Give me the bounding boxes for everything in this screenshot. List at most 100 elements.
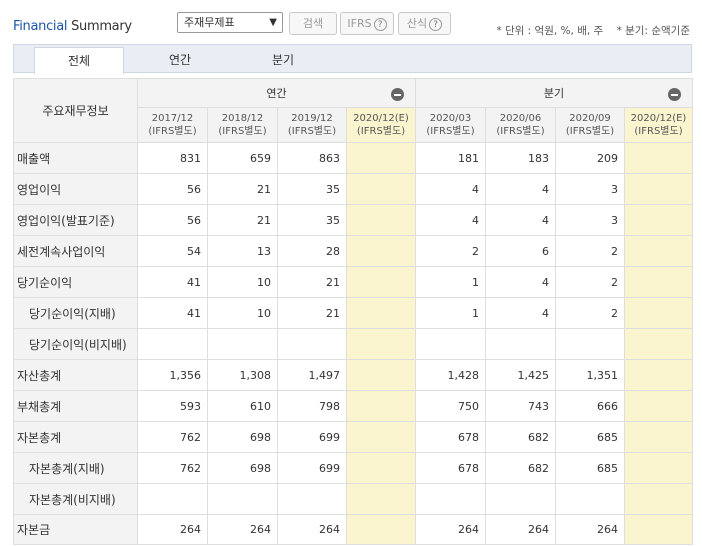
value-cell: 181 [415,142,486,174]
value-cell [555,483,625,515]
statement-select[interactable]: 주재무제표 ▼ [177,12,283,33]
collapse-icon[interactable] [668,88,681,101]
top-bar: Financial Summary 주재무제표 ▼ 검색 IFRS? 산식? *… [0,0,702,44]
column-period: 2019/12 [291,113,333,124]
value-cell: 798 [277,390,347,422]
column-basis: (IFRS별도) [496,126,545,137]
column-period: 2020/12(E) [630,113,687,124]
value-cell: 2 [555,297,625,329]
value-cell: 21 [277,266,347,298]
table-row: 자본총계(비지배) [13,483,693,515]
row-label: 매출액 [13,142,138,174]
value-cell: 1,356 [137,359,208,391]
row-label: 자본총계 [13,421,138,453]
value-cell: 13 [207,235,278,267]
column-basis: (IFRS별도) [218,126,267,137]
value-cell [277,483,347,515]
value-cell: 264 [137,514,208,545]
value-cell: 2 [415,235,486,267]
value-cell: 35 [277,204,347,236]
value-cell: 10 [207,266,278,298]
column-header: 2019/12 (IFRS별도) [277,107,347,143]
value-cell [624,514,693,545]
value-cell: 35 [277,173,347,205]
value-cell: 183 [485,142,556,174]
column-period: 2018/12 [221,113,264,124]
value-cell [346,452,416,484]
value-cell [624,359,693,391]
value-cell: 264 [485,514,556,545]
value-cell: 2 [555,266,625,298]
value-cell [346,235,416,267]
value-cell [555,328,625,360]
column-period: 2017/12 [151,113,194,124]
value-cell: 209 [555,142,625,174]
collapse-icon[interactable] [391,88,404,101]
column-header: 2020/06 (IFRS별도) [485,107,556,143]
formula-help-button[interactable]: 산식? [398,12,451,35]
row-label: 영업이익(발표기준) [13,204,138,236]
table-row: 매출액 831 659 863 181 183 209 [13,142,693,174]
value-cell [137,483,208,515]
value-cell: 10 [207,297,278,329]
value-cell [346,204,416,236]
value-cell: 659 [207,142,278,174]
column-basis: (IFRS별도) [426,126,475,137]
value-cell: 54 [137,235,208,267]
value-cell: 698 [207,421,278,453]
value-cell [624,204,693,236]
column-period: 2020/09 [569,113,611,124]
column-basis: (IFRS별도) [565,126,615,137]
value-cell [346,328,416,360]
value-cell [346,359,416,391]
statement-select-value: 주재무제표 [184,16,235,29]
value-cell: 264 [207,514,278,545]
table-row: 영업이익(발표기준) 56 21 35 4 4 3 [13,204,693,236]
value-cell: 4 [415,173,486,205]
row-label: 세전계속사업이익 [13,235,138,267]
value-cell: 743 [485,390,556,422]
column-basis: (IFRS별도) [634,126,683,137]
value-cell: 1,308 [207,359,278,391]
value-cell: 21 [207,204,278,236]
value-cell: 4 [485,266,556,298]
value-cell [277,328,347,360]
table-row: 자본금 264 264 264 264 264 264 [13,514,693,545]
column-header: 2020/12(E) (IFRS별도) [624,107,693,143]
value-cell [346,297,416,329]
value-cell: 682 [485,421,556,453]
column-header: 2020/03 (IFRS별도) [415,107,486,143]
ifrs-help-button[interactable]: IFRS? [340,12,394,35]
table-row: 자본총계 762 698 699 678 682 685 [13,421,693,453]
value-cell [346,421,416,453]
value-cell [624,452,693,484]
chevron-down-icon: ▼ [269,17,277,28]
tab-quarterly[interactable]: 분기 [238,47,328,73]
value-cell [624,328,693,360]
header-corner: 주요재무정보 [13,78,138,143]
row-label: 부채총계 [13,390,138,422]
search-button[interactable]: 검색 [289,12,337,35]
value-cell [346,173,416,205]
value-cell [624,142,693,174]
column-period: 2020/06 [499,113,542,124]
value-cell: 41 [137,297,208,329]
column-period: 2020/12(E) [353,113,409,124]
value-cell: 682 [485,452,556,484]
value-cell [346,483,416,515]
value-cell: 685 [555,421,625,453]
row-label: 자본금 [13,514,138,545]
value-cell: 264 [277,514,347,545]
value-cell: 699 [277,452,347,484]
row-label: 자본총계(지배) [13,452,138,484]
value-cell [485,328,556,360]
row-label: 자본총계(비지배) [13,483,138,515]
value-cell: 831 [137,142,208,174]
value-cell: 1,351 [555,359,625,391]
value-cell: 1,428 [415,359,486,391]
tab-all[interactable]: 전체 [34,47,124,74]
value-cell: 762 [137,421,208,453]
value-cell: 4 [485,204,556,236]
tab-annual[interactable]: 연간 [135,47,225,73]
value-cell [346,514,416,545]
